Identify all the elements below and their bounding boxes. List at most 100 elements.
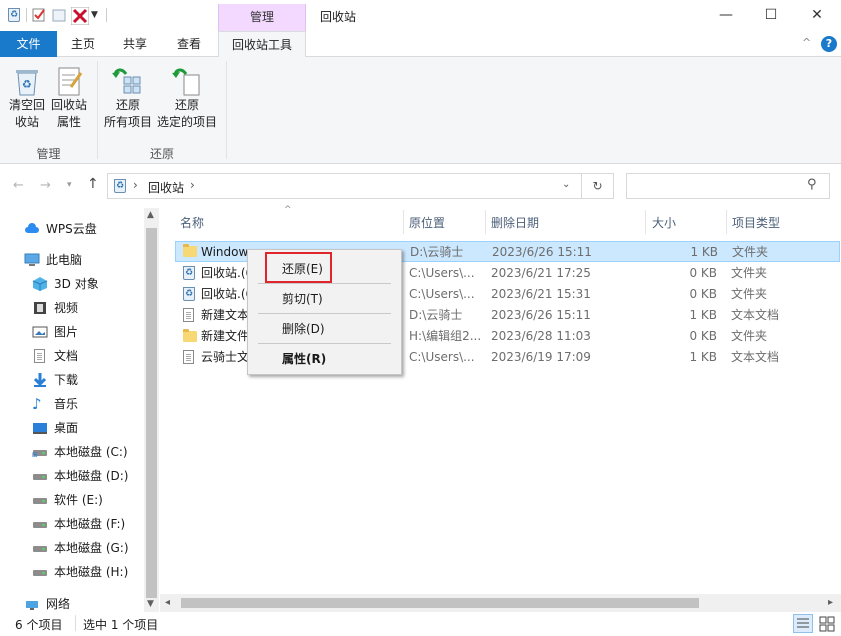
file-size: 1 KB (689, 350, 717, 364)
properties-icon[interactable] (31, 7, 47, 23)
restore-highlight-box (265, 252, 332, 283)
nav-item-videos[interactable]: 视频 (32, 297, 78, 319)
nav-item-documents[interactable]: 文档 (32, 345, 78, 367)
refresh-icon: ↻ (592, 179, 603, 193)
nav-item-desktop[interactable]: 桌面 (32, 417, 78, 439)
close-button[interactable]: ✕ (794, 0, 840, 31)
computer-icon (24, 252, 40, 268)
nav-label: 本地磁盘 (H:) (54, 565, 129, 579)
recent-locations-icon[interactable]: ▾ (67, 180, 72, 190)
tab-share[interactable]: 共享 (112, 31, 158, 57)
file-type: 文本文档 (731, 350, 780, 364)
new-folder-icon[interactable] (51, 7, 67, 23)
column-header-original-location[interactable]: 原位置 (409, 212, 445, 234)
restore-all-icon (102, 63, 154, 97)
tab-recycle-bin-tools[interactable]: 回收站工具 (218, 31, 306, 58)
nav-scrollbar-thumb[interactable] (146, 228, 157, 598)
collapse-ribbon-icon[interactable]: ^ (802, 36, 811, 49)
restore-selected-button[interactable]: 还原 选定的项目 (155, 63, 219, 131)
minimize-button[interactable]: — (703, 0, 749, 31)
text-file-icon (181, 307, 197, 323)
column-header-date-deleted[interactable]: 删除日期 (491, 212, 539, 234)
column-header-size[interactable]: 大小 (652, 212, 676, 234)
3d-objects-icon (32, 276, 48, 292)
large-icons-view-icon[interactable] (818, 615, 836, 633)
empty-recycle-bin-button[interactable]: ♻ 清空回 收站 (6, 63, 48, 131)
nav-item-drive-e[interactable]: 软件 (E:) (32, 489, 103, 511)
file-location: D:\云骑士 (410, 245, 464, 259)
horizontal-scrollbar-thumb[interactable] (181, 598, 699, 608)
nav-item-3d-objects[interactable]: 3D 对象 (32, 273, 99, 295)
recycle-icon (181, 265, 197, 281)
refresh-button[interactable]: ↻ (582, 173, 614, 199)
tab-file[interactable]: 文件 (0, 31, 57, 57)
forward-arrow-icon[interactable]: → (40, 178, 51, 193)
nav-label: 此电脑 (46, 253, 83, 267)
properties-label-2: 属性 (56, 115, 81, 129)
nav-item-downloads[interactable]: 下载 (32, 369, 78, 391)
column-divider[interactable] (645, 210, 646, 234)
nav-label: 本地磁盘 (G:) (54, 541, 129, 555)
qat-dropdown-icon[interactable]: ▼ (91, 10, 98, 20)
nav-item-pictures[interactable]: 图片 (32, 321, 78, 343)
documents-icon (32, 348, 48, 364)
column-divider[interactable] (485, 210, 486, 234)
scroll-right-icon[interactable]: ▸ (828, 597, 833, 608)
nav-label: 桌面 (54, 421, 79, 435)
menu-item-properties[interactable]: 属性(R) (256, 347, 396, 371)
nav-item-this-pc[interactable]: 此电脑 (24, 249, 82, 271)
manage-context-tab: 管理 (218, 4, 306, 31)
column-header-name[interactable]: 名称 (180, 212, 204, 234)
nav-scroll-down-icon[interactable]: ▼ (147, 599, 154, 609)
nav-item-wps-cloud[interactable]: WPS云盘 (24, 218, 97, 240)
qat-divider (26, 8, 27, 22)
column-divider[interactable] (726, 210, 727, 234)
back-arrow-icon[interactable]: ← (13, 178, 24, 193)
search-icon[interactable]: ⚲ (807, 177, 817, 192)
restore-all-button[interactable]: 还原 所有项目 (102, 63, 154, 131)
up-arrow-icon[interactable]: ↑ (87, 176, 99, 192)
group-label-restore: 还原 (149, 147, 174, 161)
nav-item-drive-d[interactable]: 本地磁盘 (D:) (32, 465, 128, 487)
nav-label: 本地磁盘 (C:) (54, 445, 128, 459)
status-selected-count: 选中 1 个项目 (83, 618, 159, 632)
help-icon[interactable]: ? (821, 36, 837, 52)
recycle-bin-properties-button[interactable]: 回收站 属性 (48, 63, 90, 131)
details-view-icon[interactable] (793, 614, 813, 633)
group-label-manage: 管理 (36, 147, 61, 161)
file-name: 云骑士文 (201, 350, 247, 364)
nav-item-music[interactable]: ♪ 音乐 (32, 393, 78, 415)
cloud-icon (24, 221, 40, 237)
nav-item-drive-f[interactable]: 本地磁盘 (F:) (32, 513, 125, 535)
column-divider[interactable] (403, 210, 404, 234)
breadcrumb-recycle-bin[interactable]: 回收站 (148, 179, 184, 196)
nav-scroll-up-icon[interactable]: ▲ (147, 210, 154, 220)
tab-home[interactable]: 主页 (60, 31, 106, 57)
address-bar[interactable]: › 回收站 › ⌄ (107, 173, 582, 199)
address-dropdown-icon[interactable]: ⌄ (562, 179, 570, 190)
download-icon (32, 372, 48, 388)
file-name: 新建文件 (201, 329, 247, 343)
ribbon-group-divider (226, 61, 227, 159)
nav-label: 图片 (54, 325, 79, 339)
nav-item-drive-g[interactable]: 本地磁盘 (G:) (32, 537, 129, 559)
nav-label: 本地磁盘 (F:) (54, 517, 126, 531)
column-header-item-type[interactable]: 项目类型 (732, 212, 780, 234)
menu-item-delete[interactable]: 删除(D) (256, 317, 396, 341)
file-location: C:\Users\... (409, 266, 475, 280)
pictures-icon (32, 324, 48, 340)
menu-separator (258, 343, 391, 344)
svg-text:♻: ♻ (22, 78, 32, 91)
nav-item-drive-h[interactable]: 本地磁盘 (H:) (32, 561, 128, 583)
tab-view[interactable]: 查看 (166, 31, 212, 57)
nav-item-drive-c[interactable]: ⊞ 本地磁盘 (C:) (32, 441, 128, 463)
file-date: 2023/6/19 17:09 (491, 350, 591, 364)
quick-access-toolbar: ▼ (6, 5, 107, 26)
menu-item-cut[interactable]: 剪切(T) (256, 287, 396, 311)
network-icon (24, 596, 40, 612)
file-size: 1 KB (689, 308, 717, 322)
maximize-button[interactable]: ☐ (748, 0, 794, 31)
scroll-left-icon[interactable]: ◂ (165, 597, 170, 608)
search-input[interactable]: ⚲ (626, 173, 830, 199)
delete-icon[interactable] (70, 6, 90, 26)
